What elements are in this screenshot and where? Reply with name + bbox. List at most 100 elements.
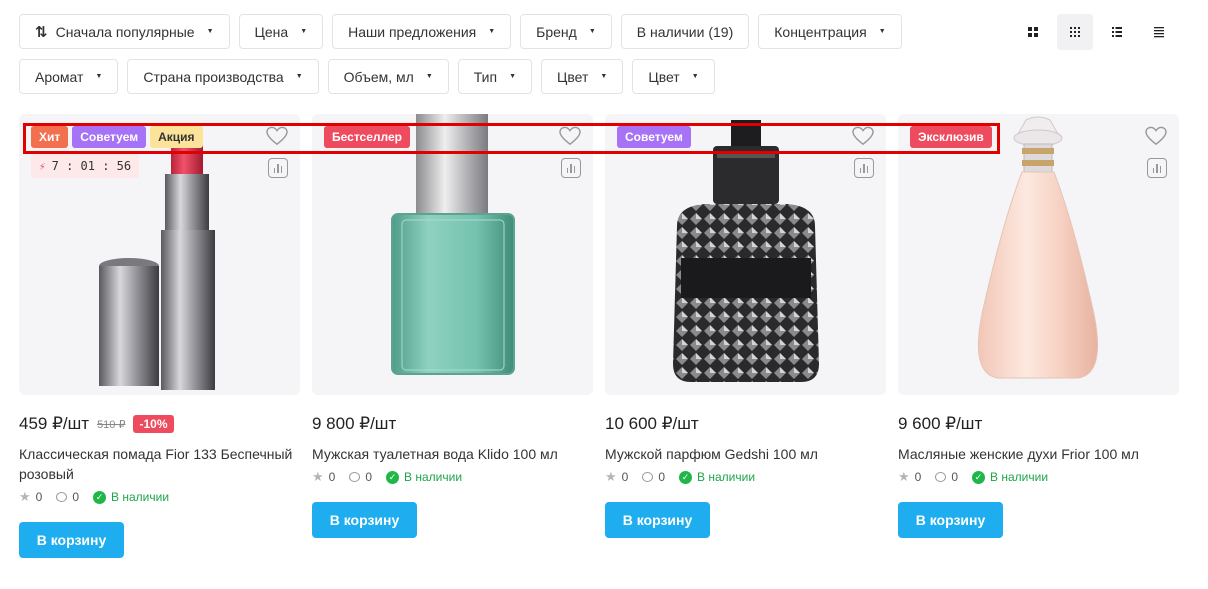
rating-value: 0 [621, 470, 629, 484]
product-image-box[interactable]: Бестселлер [312, 114, 593, 395]
sort-label: Сначала популярные [55, 23, 195, 40]
filter-offers[interactable]: Наши предложения ▼ [332, 14, 512, 49]
filter-row-2: Аромат ▼ Страна производства ▼ Объем, мл… [19, 59, 939, 94]
compare-icon[interactable] [1147, 158, 1167, 178]
filter-color-2[interactable]: Цвет ▼ [632, 59, 715, 94]
product-card: Бестселлер 9 800 ₽/шт Мужская туалетная … [312, 114, 593, 558]
price: 9 800 ₽/шт [312, 414, 397, 433]
heart-icon[interactable] [852, 126, 874, 146]
filter-type[interactable]: Тип ▼ [457, 59, 533, 94]
reviews-count: 0 [365, 470, 373, 484]
reviews[interactable]: 0 [935, 470, 958, 484]
compare-icon[interactable] [561, 158, 581, 178]
product-title[interactable]: Масляные женские духи Frior 100 мл [898, 444, 1179, 464]
product-meta: ★ 0 0 ✓ В наличии [19, 488, 300, 506]
product-image-box[interactable]: Хит Советуем Акция ⚡ 7 : 01 : 56 [19, 114, 300, 395]
green-bottle-image [391, 114, 515, 375]
heart-icon[interactable] [559, 126, 581, 146]
price-row: 9 600 ₽/шт [898, 414, 1179, 434]
reviews[interactable]: 0 [642, 470, 665, 484]
badge-bestseller: Бестселлер [324, 126, 410, 148]
badge-recommend: Советуем [617, 126, 691, 148]
discount-badge: -10% [133, 415, 174, 433]
rating-value: 0 [328, 470, 336, 484]
product-meta: ★ 0 0 ✓ В наличии [605, 468, 886, 486]
chevron-down-icon: ▼ [600, 73, 608, 80]
check-circle-icon: ✓ [386, 470, 400, 484]
compare-icon[interactable] [854, 158, 874, 178]
product-card: Советуем 10 600 ₽/шт Мужской парфюм Geds… [605, 114, 886, 558]
rating-value: 0 [914, 470, 922, 484]
view-mode-switch [1015, 14, 1177, 50]
chevron-down-icon: ▼ [206, 28, 214, 35]
filter-concentration[interactable]: Концентрация ▼ [758, 14, 902, 49]
sort-icon: ⇅ [35, 23, 48, 41]
product-meta: ★ 0 0 ✓ В наличии [312, 468, 593, 486]
reviews[interactable]: 0 [349, 470, 372, 484]
view-grid-large-button[interactable] [1015, 14, 1051, 50]
view-grid-small-button[interactable] [1057, 14, 1093, 50]
grid-large-icon [1028, 27, 1038, 37]
add-to-cart-button[interactable]: В корзину [605, 502, 710, 538]
filter-aroma[interactable]: Аромат ▼ [19, 59, 119, 94]
filter-label: Концентрация [774, 23, 867, 40]
check-circle-icon: ✓ [93, 490, 107, 504]
stock-status: ✓ В наличии [386, 470, 462, 484]
add-to-cart-button[interactable]: В корзину [19, 522, 124, 558]
filter-label: Тип [473, 68, 498, 85]
price-row: 10 600 ₽/шт [605, 414, 886, 434]
filter-label: Цена [254, 23, 289, 40]
filter-in-stock[interactable]: В наличии (19) [620, 14, 750, 49]
stock-label: В наличии [697, 470, 756, 484]
filter-label: Аромат [35, 68, 84, 85]
filter-volume[interactable]: Объем, мл ▼ [327, 59, 449, 94]
comment-icon [56, 492, 68, 502]
reviews[interactable]: 0 [56, 490, 79, 504]
price-row: 459 ₽/шт 510 ₽ -10% [19, 414, 300, 434]
product-image-box[interactable]: Эксклюзив [898, 114, 1179, 395]
heart-icon[interactable] [266, 126, 288, 146]
old-price: 510 ₽ [97, 418, 126, 431]
view-table-button[interactable] [1141, 14, 1177, 50]
chevron-down-icon: ▼ [691, 73, 699, 80]
reviews-count: 0 [658, 470, 666, 484]
product-image-box[interactable]: Советуем [605, 114, 886, 395]
product-title[interactable]: Мужской парфюм Gedshi 100 мл [605, 444, 886, 464]
view-list-button[interactable] [1099, 14, 1135, 50]
rating: ★ 0 [898, 469, 921, 485]
table-icon [1154, 27, 1164, 38]
badge-list: Хит Советуем Акция [31, 126, 203, 148]
filter-brand[interactable]: Бренд ▼ [520, 14, 612, 49]
filter-label: В наличии (19) [636, 23, 734, 40]
badge-list: Эксклюзив [910, 126, 992, 148]
list-icon [1112, 27, 1122, 37]
add-to-cart-button[interactable]: В корзину [898, 502, 1003, 538]
badge-list: Бестселлер [324, 126, 410, 148]
rating-value: 0 [35, 490, 43, 504]
filter-bar: ⇅ Сначала популярные ▼ Цена ▼ Наши предл… [19, 14, 939, 104]
chevron-down-icon: ▼ [300, 28, 308, 35]
star-icon: ★ [605, 469, 617, 484]
filter-color[interactable]: Цвет ▼ [541, 59, 624, 94]
filter-label: Страна производства [143, 68, 284, 85]
stock-status: ✓ В наличии [93, 490, 169, 504]
filter-row-1: ⇅ Сначала популярные ▼ Цена ▼ Наши предл… [19, 14, 939, 49]
heart-icon[interactable] [1145, 126, 1167, 146]
chevron-down-icon: ▼ [509, 73, 517, 80]
filter-label: Цвет [557, 68, 589, 85]
filter-country[interactable]: Страна производства ▼ [127, 59, 319, 94]
product-title[interactable]: Классическая помада Fior 133 Беспечный р… [19, 444, 300, 484]
sort-dropdown[interactable]: ⇅ Сначала популярные ▼ [19, 14, 230, 49]
price-row: 9 800 ₽/шт [312, 414, 593, 434]
filter-price[interactable]: Цена ▼ [238, 14, 324, 49]
product-title[interactable]: Мужская туалетная вода Klido 100 мл [312, 444, 593, 464]
star-icon: ★ [898, 469, 910, 484]
comment-icon [349, 472, 361, 482]
stock-label: В наличии [990, 470, 1049, 484]
compare-icon[interactable] [268, 158, 288, 178]
filter-label: Цвет [648, 68, 680, 85]
add-to-cart-button[interactable]: В корзину [312, 502, 417, 538]
chevron-down-icon: ▼ [488, 28, 496, 35]
check-circle-icon: ✓ [972, 470, 986, 484]
timer-value: 7 : 01 : 56 [51, 159, 132, 173]
